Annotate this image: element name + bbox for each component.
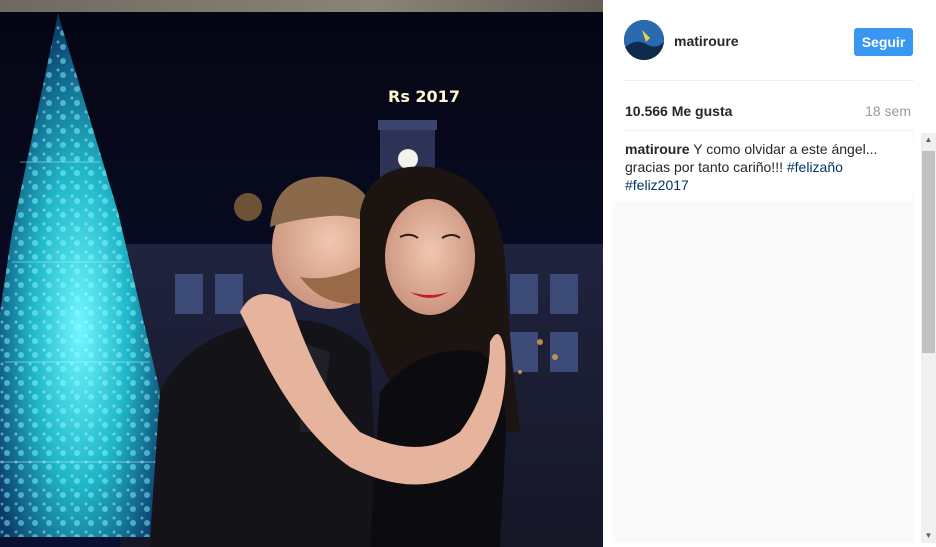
post-photo[interactable]: Rs 2017	[0, 12, 603, 547]
instagram-post-view: Rs 2017 matiroure Seguir 10.566 Me gusta…	[0, 0, 936, 547]
comments-section: matiroure Y como olvidar a este ángel...…	[612, 133, 919, 543]
avatar[interactable]	[624, 20, 664, 60]
scroll-down-arrow-icon[interactable]: ▼	[921, 529, 936, 543]
scrollbar-thumb[interactable]	[922, 151, 935, 353]
hashtag-link[interactable]: #felizaño	[787, 159, 843, 175]
clock-sign: Rs 2017	[388, 87, 460, 106]
caption: matiroure Y como olvidar a este ángel...…	[625, 140, 919, 194]
caption-container: matiroure Y como olvidar a este ángel...…	[612, 133, 919, 201]
divider	[624, 80, 914, 81]
post-details-panel: matiroure Seguir 10.566 Me gusta 18 sem …	[603, 0, 936, 547]
scroll-up-arrow-icon[interactable]: ▲	[921, 133, 936, 147]
avatar-image	[624, 20, 664, 60]
scrollbar[interactable]: ▲ ▼	[921, 133, 936, 543]
follow-button[interactable]: Seguir	[854, 28, 913, 56]
likes-count[interactable]: 10.566 Me gusta	[625, 103, 732, 119]
post-image: Rs 2017	[0, 12, 603, 547]
hashtag-link[interactable]: #feliz2017	[625, 177, 689, 193]
caption-username[interactable]: matiroure	[625, 141, 690, 157]
divider	[624, 130, 914, 131]
post-time[interactable]: 18 sem	[865, 103, 911, 119]
username-link[interactable]: matiroure	[674, 33, 739, 49]
post-header: matiroure Seguir	[603, 0, 936, 80]
